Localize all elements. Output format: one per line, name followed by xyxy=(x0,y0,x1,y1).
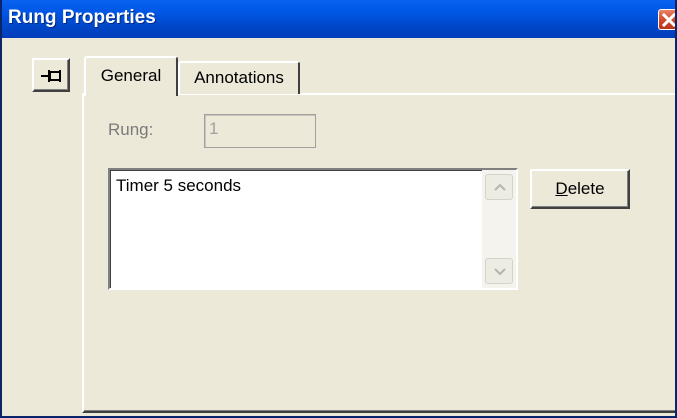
annotation-item[interactable]: Timer 5 seconds xyxy=(116,176,241,196)
pin-button[interactable] xyxy=(32,58,70,92)
scroll-up-button[interactable] xyxy=(485,174,513,200)
rung-label: Rung: xyxy=(108,120,154,139)
rung-properties-window: Rung Properties General Annotations Rung… xyxy=(0,0,677,418)
window-title: Rung Properties xyxy=(8,7,156,28)
tab-general[interactable]: General xyxy=(84,56,178,96)
title-bar[interactable]: Rung Properties xyxy=(2,0,675,38)
delete-button[interactable]: Delete xyxy=(530,169,630,209)
close-button[interactable] xyxy=(658,9,675,30)
tab-annotations[interactable]: Annotations xyxy=(178,61,300,94)
scroll-down-button[interactable] xyxy=(485,258,513,284)
annotation-list[interactable]: Timer 5 seconds xyxy=(108,168,518,290)
delete-label: elete xyxy=(567,179,605,198)
rung-number-field: 1 xyxy=(204,114,316,148)
vertical-scrollbar[interactable] xyxy=(482,170,516,288)
delete-mnemonic: D xyxy=(555,179,568,198)
